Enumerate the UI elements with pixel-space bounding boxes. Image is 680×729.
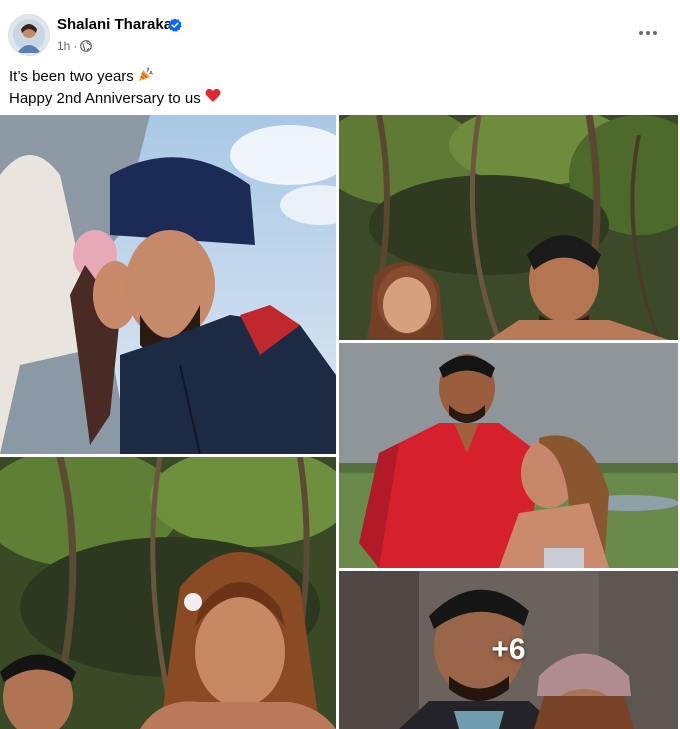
caption-line-2: Happy 2nd Anniversary to us ❤️ — [9, 88, 221, 109]
photo-couple-jungle-2[interactable] — [0, 457, 336, 729]
caption-text-2: Happy 2nd Anniversary to us — [9, 89, 201, 107]
post-time[interactable]: 1h — [57, 39, 70, 53]
caption-line-1: It’s been two years 🎉 — [9, 66, 221, 88]
party-popper-icon — [138, 66, 154, 88]
post-meta: 1h · — [57, 39, 93, 53]
photo-couple-more[interactable]: +6 — [339, 571, 678, 729]
verified-badge-icon — [168, 18, 182, 32]
caption-text-1: It’s been two years — [9, 68, 134, 85]
more-options-button[interactable] — [630, 18, 666, 48]
post-caption: It’s been two years 🎉 Happy 2nd Annivers… — [9, 66, 221, 109]
facebook-post: Shalani Tharaka 1h · It’s been two years — [0, 0, 680, 729]
post-header: Shalani Tharaka 1h · — [0, 0, 680, 60]
author-name[interactable]: Shalani Tharaka — [57, 16, 172, 33]
photo-couple-red-shirt[interactable] — [339, 343, 678, 568]
author-avatar[interactable] — [9, 15, 49, 55]
photo-couple-jungle-1[interactable] — [339, 115, 678, 340]
photo-couple-winter[interactable] — [0, 115, 336, 454]
more-photos-count: +6 — [491, 633, 526, 666]
more-photos-overlay[interactable]: +6 — [339, 571, 678, 729]
meta-separator: · — [73, 39, 78, 53]
more-horizontal-icon — [639, 31, 657, 35]
globe-icon[interactable] — [80, 40, 93, 52]
red-heart-icon — [205, 88, 221, 109]
avatar-image — [9, 15, 49, 55]
photo-gallery: +6 — [0, 115, 680, 729]
